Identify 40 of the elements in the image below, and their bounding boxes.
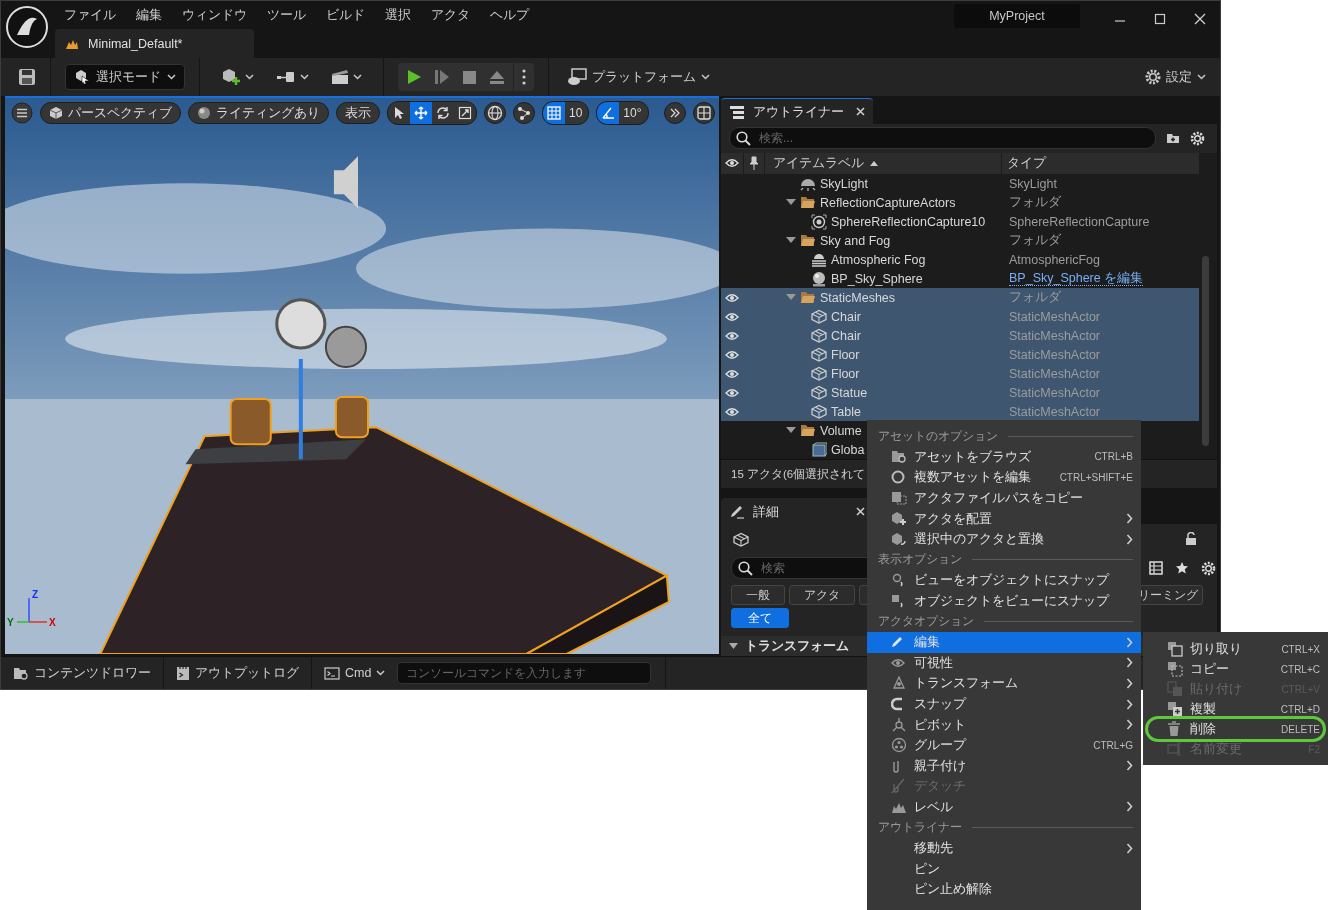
- type-label: StaticMeshActor: [1009, 366, 1100, 381]
- type-label: StaticMeshActor: [1009, 404, 1100, 419]
- item-label: Volume: [820, 423, 862, 438]
- item-label: StaticMeshes: [820, 290, 896, 305]
- type-label: フォルダ: [1009, 233, 1061, 248]
- menu-section-label: アセットのオプション: [878, 428, 998, 444]
- item-label: Sky and Fog: [820, 233, 891, 248]
- axis-label: Z: [32, 590, 39, 600]
- axis-label: X: [49, 618, 56, 628]
- level-tab-label: Minimal_Default*: [88, 36, 183, 51]
- outliner-tab-label: アウトライナー: [753, 102, 845, 121]
- details-tab-label: 詳細: [753, 502, 780, 521]
- item-label: Atmospheric Fog: [831, 252, 926, 267]
- item-label: Floor: [831, 366, 860, 381]
- item-label: BP_Sky_Sphere: [831, 271, 923, 286]
- item-label: Chair: [831, 328, 861, 343]
- type-label: AtmosphericFog: [1009, 252, 1100, 267]
- item-label: Globa: [831, 442, 865, 457]
- item-label: ReflectionCaptureActors: [820, 195, 956, 210]
- type-label: SkyLight: [1009, 176, 1057, 191]
- menu-section-label: 表示オプション: [878, 552, 962, 568]
- axis-label: Y: [7, 618, 14, 628]
- menu-section-label: アクタオプション: [878, 614, 974, 630]
- type-label: StaticMeshActor: [1009, 309, 1100, 324]
- type-label: StaticMeshActor: [1009, 328, 1100, 343]
- menu-section-label: アウトライナー: [878, 820, 962, 836]
- item-label: Floor: [831, 347, 860, 362]
- project-name: MyProject: [954, 4, 1080, 28]
- item-label: Chair: [831, 309, 861, 324]
- item-label: Table: [831, 404, 861, 419]
- item-label: SphereReflectionCapture10: [831, 214, 986, 229]
- type-label: StaticMeshActor: [1009, 385, 1100, 400]
- type-label: SphereReflectionCapture: [1009, 214, 1150, 229]
- type-label: フォルダ: [1009, 290, 1061, 305]
- item-label: Statue: [831, 385, 868, 400]
- actor-count: 15 アクタ(6個選択されて: [731, 466, 866, 482]
- section-title: トランスフォーム: [745, 637, 849, 655]
- item-label: SkyLight: [820, 176, 868, 191]
- type-label: StaticMeshActor: [1009, 347, 1100, 362]
- type-label: フォルダ: [1009, 195, 1061, 210]
